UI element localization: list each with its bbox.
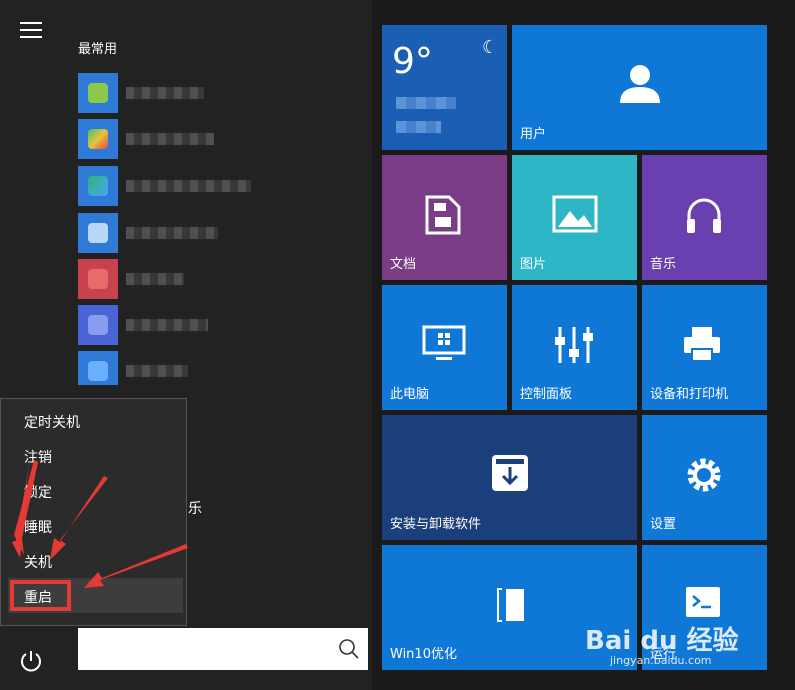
weather-tile[interactable]: 9° ☾: [382, 25, 507, 150]
weather-detail-blurred: [396, 121, 441, 133]
app-name-blurred: [126, 227, 218, 239]
arrow-shape: [84, 544, 188, 588]
printer-icon: [684, 327, 720, 362]
headphones-icon: [687, 198, 721, 233]
app-icon: [78, 351, 118, 385]
app-icon: [78, 166, 118, 206]
settings-tile[interactable]: 设置: [642, 415, 767, 540]
moon-icon: ☾: [482, 37, 499, 58]
control-panel-tile[interactable]: 控制面板: [512, 285, 637, 410]
list-item[interactable]: [78, 119, 358, 159]
install-uninstall-tile-label: 安装与卸载软件: [390, 517, 482, 532]
list-item[interactable]: [78, 259, 358, 299]
list-item[interactable]: [78, 213, 358, 253]
arrow-shape: [14, 460, 38, 555]
control-panel-tile-label: 控制面板: [520, 387, 573, 402]
app-name-blurred: [126, 365, 188, 377]
app-name-blurred: [126, 273, 184, 285]
app-name-blurred: [126, 180, 251, 192]
list-item[interactable]: [78, 166, 358, 206]
app-name-blurred: [126, 87, 204, 99]
list-item[interactable]: [78, 351, 358, 385]
weather-temperature: 9°: [392, 41, 433, 82]
install-uninstall-tile[interactable]: 安装与卸载软件: [382, 415, 637, 540]
arrow-shape: [50, 476, 108, 560]
search-input[interactable]: [78, 628, 368, 670]
list-item[interactable]: [78, 305, 358, 345]
annotation-arrows: [12, 460, 188, 588]
list-item[interactable]: [78, 73, 358, 113]
user-tile-label: 用户: [520, 127, 547, 142]
pictures-tile-label: 图片: [520, 257, 547, 272]
app-icon: [78, 305, 118, 345]
documents-tile[interactable]: 文档: [382, 155, 507, 280]
app-name-blurred: [126, 319, 208, 331]
documents-tile-label: 文档: [390, 257, 417, 272]
pictures-tile[interactable]: 图片: [512, 155, 637, 280]
win10-optimize-tile-label: Win10优化: [390, 647, 457, 662]
optimize-icon: [497, 588, 524, 622]
music-tile-label: 音乐: [650, 257, 677, 272]
app-name-blurred: [126, 133, 214, 145]
weather-detail-blurred: [396, 97, 456, 109]
devices-printers-tile-label: 设备和打印机: [650, 387, 729, 402]
document-icon: [425, 195, 461, 235]
run-icon: [686, 587, 720, 617]
install-icon: [492, 455, 528, 491]
control-panel-icon: [555, 327, 593, 363]
computer-icon: [422, 325, 466, 360]
most-used-title: 最常用: [78, 42, 118, 57]
app-icon: [78, 213, 118, 253]
search-icon[interactable]: [338, 638, 360, 660]
baidu-watermark-url: jingyan.baidu.com: [610, 654, 712, 667]
this-pc-tile-label: 此电脑: [390, 387, 430, 402]
music-tile[interactable]: 音乐: [642, 155, 767, 280]
menu-item-scheduled-shutdown[interactable]: 定时关机: [24, 412, 80, 432]
baidu-watermark: Bai du 经验: [585, 626, 739, 656]
gear-icon: [687, 458, 721, 492]
power-icon[interactable]: [18, 648, 44, 674]
app-icon: [78, 119, 118, 159]
devices-printers-tile[interactable]: 设备和打印机: [642, 285, 767, 410]
user-icon: [620, 65, 660, 103]
user-tile[interactable]: 用户: [512, 25, 767, 150]
settings-tile-label: 设置: [650, 517, 677, 532]
app-icon: [78, 259, 118, 299]
hamburger-menu-icon[interactable]: [20, 22, 42, 38]
this-pc-tile[interactable]: 此电脑: [382, 285, 507, 410]
picture-icon: [552, 195, 598, 233]
app-icon: [78, 73, 118, 113]
